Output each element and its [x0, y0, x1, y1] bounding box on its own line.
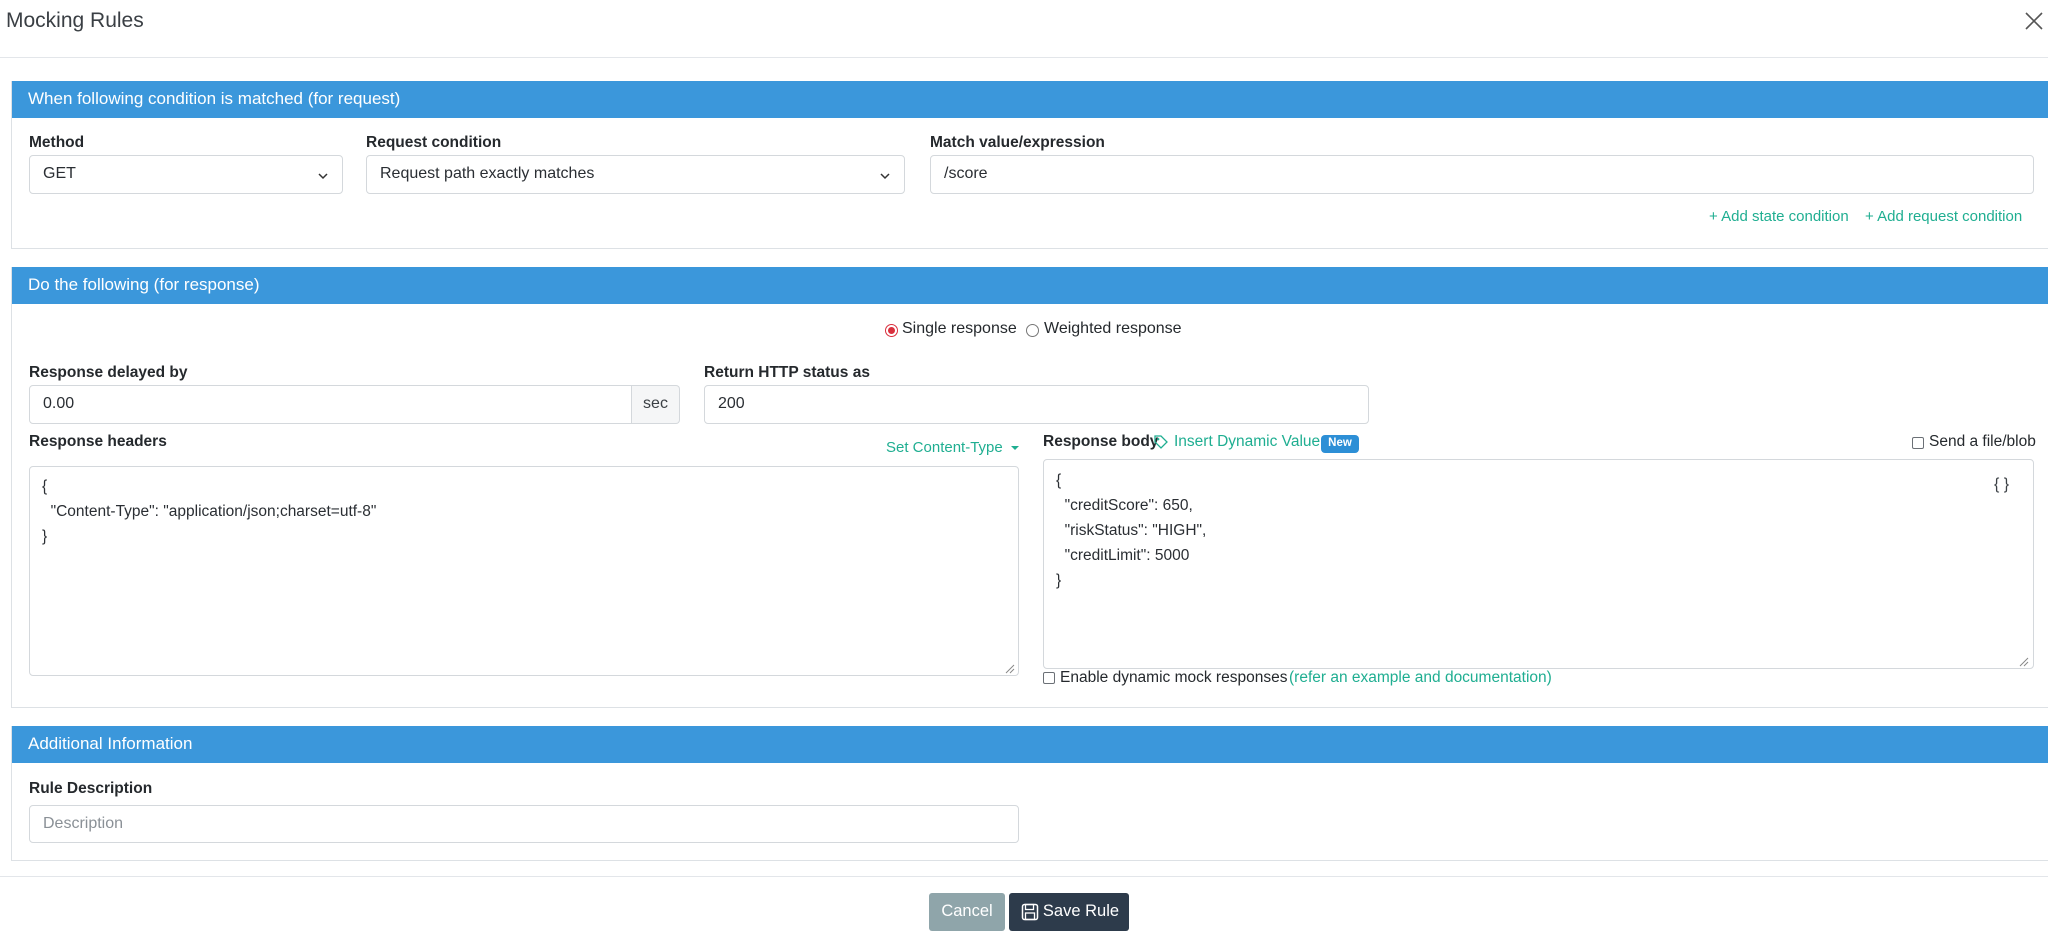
match-value-label: Match value/expression — [930, 134, 1105, 151]
set-content-type-dropdown[interactable]: Set Content-Type — [886, 439, 1020, 456]
weighted-response-label[interactable]: Weighted response — [1044, 320, 1182, 338]
delay-unit-addon: sec — [632, 385, 680, 424]
response-delay-label: Response delayed by — [29, 364, 188, 381]
http-status-input[interactable]: 200 — [704, 385, 1369, 424]
weighted-response-radio[interactable] — [1026, 324, 1039, 337]
enable-dynamic-label[interactable]: Enable dynamic mock responses — [1060, 669, 1287, 687]
response-body-label: Response body — [1043, 433, 1159, 450]
rule-description-input[interactable]: Description — [29, 805, 1019, 843]
format-json-button[interactable]: { } — [1994, 476, 2009, 494]
request-condition-select[interactable]: Request path exactly matches — [366, 155, 905, 194]
response-panel-title: Do the following (for response) — [12, 267, 2048, 304]
modal-header: Mocking Rules — [0, 0, 2048, 58]
single-response-label[interactable]: Single response — [902, 320, 1017, 338]
request-panel-title: When following condition is matched (for… — [12, 81, 2048, 118]
chevron-down-icon — [318, 173, 328, 180]
response-headers-label: Response headers — [29, 433, 167, 450]
save-icon — [1021, 903, 1039, 921]
close-icon[interactable] — [2022, 9, 2046, 33]
add-request-condition-link[interactable]: + Add request condition — [1865, 208, 2022, 225]
resize-handle-icon[interactable] — [1005, 664, 1015, 674]
new-badge: New — [1321, 435, 1359, 453]
send-file-label[interactable]: Send a file/blob — [1929, 433, 2036, 451]
method-select[interactable]: GET — [29, 155, 343, 194]
match-value-input[interactable]: /score — [930, 155, 2034, 194]
footer-divider — [0, 876, 2048, 877]
insert-dynamic-value-link[interactable]: Insert Dynamic Value — [1174, 433, 1320, 451]
modal-title: Mocking Rules — [6, 9, 144, 32]
save-rule-label: Save Rule — [1042, 902, 1120, 920]
cancel-button[interactable]: Cancel — [929, 893, 1005, 931]
method-label: Method — [29, 134, 85, 151]
response-delay-input[interactable]: 0.00 — [29, 385, 632, 424]
request-condition-value: Request path exactly matches — [380, 165, 595, 182]
enable-dynamic-checkbox[interactable] — [1043, 672, 1055, 684]
rule-description-label: Rule Description — [29, 780, 153, 797]
chevron-down-icon — [880, 173, 890, 180]
save-rule-button[interactable]: Save Rule — [1009, 893, 1129, 931]
method-value: GET — [43, 165, 76, 182]
caret-down-icon — [1010, 446, 1019, 450]
add-state-condition-link[interactable]: + Add state condition — [1709, 208, 1849, 225]
request-condition-label: Request condition — [366, 134, 502, 151]
send-file-checkbox[interactable] — [1912, 437, 1924, 449]
single-response-radio[interactable] — [885, 324, 898, 337]
response-headers-textarea[interactable]: { "Content-Type": "application/json;char… — [29, 466, 1019, 676]
request-panel: When following condition is matched (for… — [11, 81, 2048, 249]
set-content-type-label: Set Content-Type — [886, 439, 1003, 456]
http-status-label: Return HTTP status as — [704, 364, 870, 381]
additional-info-title: Additional Information — [12, 726, 2048, 763]
response-body-textarea[interactable]: { "creditScore": 650, "riskStatus": "HIG… — [1043, 459, 2034, 669]
tag-icon — [1154, 435, 1168, 449]
dynamic-docs-link[interactable]: (refer an example and documentation) — [1289, 669, 1552, 687]
resize-handle-icon[interactable] — [2019, 657, 2029, 667]
response-panel: Do the following (for response) Single r… — [11, 267, 2048, 708]
additional-info-panel: Additional Information Rule Description … — [11, 726, 2048, 861]
